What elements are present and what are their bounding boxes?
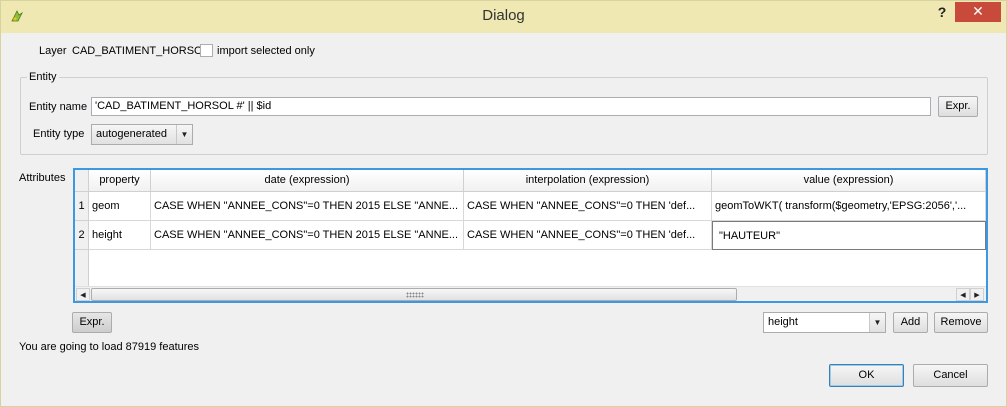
column-header-date[interactable]: date (expression) <box>151 170 464 192</box>
row-header-2[interactable]: 2 <box>75 221 89 250</box>
add-button[interactable]: Add <box>893 312 928 333</box>
scroll-left-icon[interactable]: ◀ <box>956 288 970 301</box>
window-title: Dialog <box>482 7 525 24</box>
cell-property[interactable]: geom <box>89 192 151 221</box>
scroll-right-icon[interactable]: ▶ <box>970 288 984 301</box>
cell-interpolation[interactable]: CASE WHEN "ANNEE_CONS"=0 THEN 'def... <box>464 192 712 221</box>
title-bar: Dialog ? ✕ <box>1 1 1006 33</box>
import-selected-checkbox[interactable] <box>200 44 213 57</box>
layer-name: CAD_BATIMENT_HORSOL <box>72 45 209 57</box>
attribute-select-value: height <box>768 316 798 328</box>
entity-type-label: Entity type <box>33 128 85 140</box>
import-selected-label: import selected only <box>217 45 315 57</box>
entity-name-input[interactable]: 'CAD_BATIMENT_HORSOL #' || $id <box>91 97 931 116</box>
entity-name-label: Entity name <box>29 101 88 113</box>
entity-expr-button[interactable]: Expr. <box>938 96 978 117</box>
cell-property[interactable]: height <box>89 221 151 250</box>
row-header-1[interactable]: 1 <box>75 192 89 221</box>
scrollbar-thumb[interactable] <box>91 288 737 301</box>
row-header-empty <box>75 250 89 288</box>
dialog-content: Layer CAD_BATIMENT_HORSOL import selecte… <box>8 33 1000 401</box>
close-button[interactable]: ✕ <box>955 2 1001 22</box>
entity-type-select[interactable]: autogenerated ▼ <box>91 124 193 145</box>
horizontal-scrollbar[interactable]: ◀ ◀ ▶ <box>75 286 986 301</box>
attributes-table[interactable]: property date (expression) interpolation… <box>73 168 988 303</box>
entity-type-value: autogenerated <box>96 128 167 140</box>
entity-group-title: Entity <box>27 71 59 83</box>
column-header-value[interactable]: value (expression) <box>712 170 986 192</box>
column-header-interpolation[interactable]: interpolation (expression) <box>464 170 712 192</box>
dropdown-arrow-icon: ▼ <box>176 125 192 144</box>
table-corner <box>75 170 89 192</box>
help-button[interactable]: ? <box>929 2 955 24</box>
ok-button[interactable]: OK <box>829 364 904 387</box>
scroll-left-icon[interactable]: ◀ <box>76 288 90 301</box>
cell-date[interactable]: CASE WHEN "ANNEE_CONS"=0 THEN 2015 ELSE … <box>151 221 464 250</box>
attribute-expr-button[interactable]: Expr. <box>72 312 112 333</box>
attributes-label: Attributes <box>19 172 66 184</box>
dropdown-arrow-icon: ▼ <box>869 313 885 332</box>
cancel-button[interactable]: Cancel <box>913 364 988 387</box>
grip-icon <box>406 292 424 298</box>
status-text: You are going to load 87919 features <box>19 341 200 353</box>
cell-date[interactable]: CASE WHEN "ANNEE_CONS"=0 THEN 2015 ELSE … <box>151 192 464 221</box>
layer-label: Layer <box>39 45 67 57</box>
column-header-property[interactable]: property <box>89 170 151 192</box>
dialog-window: Dialog ? ✕ Layer CAD_BATIMENT_HORSOL imp… <box>0 0 1007 407</box>
attribute-select[interactable]: height ▼ <box>763 312 886 333</box>
remove-button[interactable]: Remove <box>934 312 988 333</box>
cell-interpolation[interactable]: CASE WHEN "ANNEE_CONS"=0 THEN 'def... <box>464 221 712 250</box>
cell-value-editor[interactable]: "HAUTEUR" <box>712 221 986 250</box>
cell-value[interactable]: geomToWKT( transform($geometry,'EPSG:205… <box>712 192 986 221</box>
